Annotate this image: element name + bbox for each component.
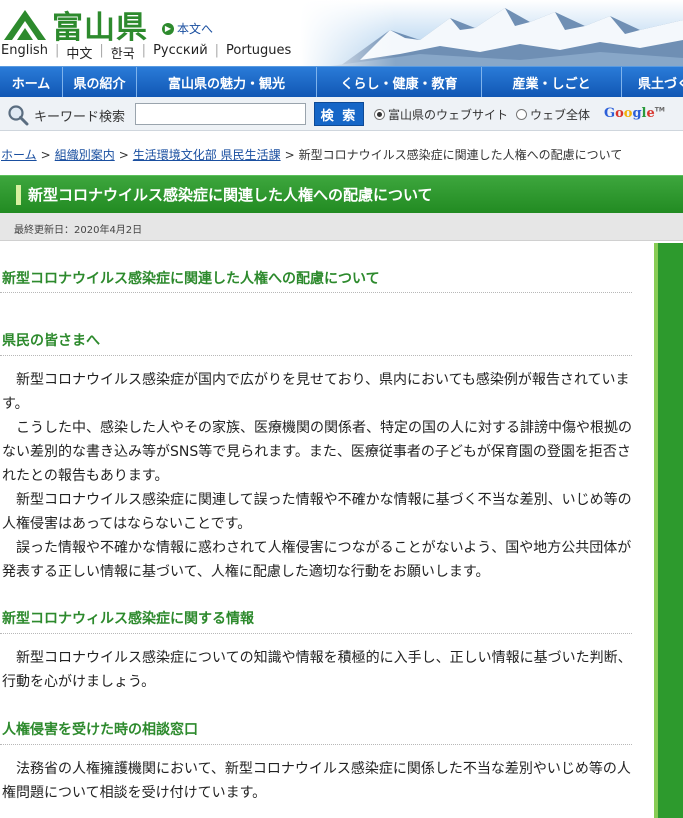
- paragraph: 新型コロナウイルス感染症についての知識や情報を積極的に入手し、正しい情報に基づい…: [2, 650, 632, 690]
- lang-korean[interactable]: 한국: [111, 43, 135, 62]
- breadcrumb-home[interactable]: ホーム: [1, 148, 37, 162]
- language-links: English | 中文 | 한국 | Русский | Portugues: [1, 43, 292, 62]
- breadcrumb-current: 新型コロナウイルス感染症に関連した人権への配慮について: [298, 148, 623, 162]
- page-title: 新型コロナウイルス感染症に関連した人権への配慮について: [28, 186, 433, 204]
- lang-russian[interactable]: Русский: [153, 43, 208, 62]
- radio-site-label[interactable]: 富山県のウェブサイト: [388, 106, 508, 123]
- nav-industry[interactable]: 産業・しごと: [482, 67, 622, 97]
- breadcrumb-dept[interactable]: 生活環境文化部 県民生活課: [133, 148, 281, 162]
- site-header: 富山県 ▶ 本文へ English | 中文 | 한국 | Русский | …: [0, 0, 683, 66]
- last-updated: 最終更新日：2020年4月2日: [14, 225, 143, 236]
- search-icon: [8, 105, 29, 126]
- skip-to-content-label: 本文へ: [177, 22, 214, 36]
- section-heading-citizens: 県民の皆さまへ: [2, 333, 100, 349]
- nav-home[interactable]: ホーム: [0, 67, 63, 97]
- search-input[interactable]: [135, 103, 306, 125]
- logo-text: 富山県: [52, 10, 148, 46]
- nav-about[interactable]: 県の紹介: [63, 67, 137, 97]
- paragraph: 新型コロナウイルス感染症が国内で広がりを見せており、県内においても感染例が報告さ…: [2, 372, 630, 412]
- paragraph: 新型コロナウイルス感染症に関連して誤った情報や不確かな情報に基づく不当な差別、い…: [2, 492, 632, 532]
- site-logo[interactable]: 富山県: [2, 2, 148, 47]
- lang-english[interactable]: English: [1, 43, 48, 62]
- google-logo: GoogleTM: [604, 106, 665, 121]
- section-heading-consult: 人権侵害を受けた時の相談窓口: [2, 722, 198, 738]
- nav-tourism[interactable]: 富山県の魅力・観光: [137, 67, 317, 97]
- last-updated-band: 最終更新日：2020年4月2日: [0, 213, 683, 241]
- radio-web-label[interactable]: ウェブ全体: [530, 106, 590, 123]
- lang-portuguese[interactable]: Portugues: [226, 43, 291, 62]
- search-scope: 富山県のウェブサイト ウェブ全体: [374, 106, 598, 123]
- section-heading-info: 新型コロナウィルス感染症に関する情報: [2, 611, 254, 627]
- arrow-right-icon: ▶: [162, 22, 174, 35]
- skip-to-content-link[interactable]: ▶ 本文へ: [162, 20, 213, 37]
- search-label: キーワード検索: [34, 110, 126, 125]
- search-button[interactable]: 検 索: [314, 102, 364, 126]
- paragraph: 法務省の人権擁護機関において、新型コロナウイルス感染症に関係した不当な差別やいじ…: [2, 761, 631, 801]
- lang-chinese[interactable]: 中文: [66, 43, 92, 62]
- nav-living[interactable]: くらし・健康・教育: [317, 67, 482, 97]
- breadcrumb-org[interactable]: 組織別案内: [55, 148, 115, 162]
- nav-land[interactable]: 県土づく: [622, 67, 683, 97]
- paragraph: 誤った情報や不確かな情報に惑わされて人権侵害につながることがないよう、国や地方公…: [2, 540, 632, 580]
- breadcrumb: ホーム > 組織別案内 > 生活環境文化部 県民生活課 > 新型コロナウイルス感染症に関連し…: [1, 148, 623, 162]
- paragraph: こうした中、感染した人やその家族、医療機関の関係者、特定の国の人に対する誹謗中傷…: [2, 420, 632, 484]
- right-column-strip: [654, 243, 683, 818]
- mountain-banner-image: [300, 0, 683, 66]
- radio-web[interactable]: [516, 109, 528, 120]
- page-title-band: 新型コロナウイルス感染症に関連した人権への配慮について: [0, 175, 683, 213]
- radio-site[interactable]: [374, 109, 385, 120]
- global-nav: ホーム 県の紹介 富山県の魅力・観光 くらし・健康・教育 産業・しごと 県土づく: [0, 66, 683, 97]
- search-bar: キーワード検索 検 索 富山県のウェブサイト ウェブ全体 GoogleTM: [0, 97, 683, 131]
- title-marker: [16, 185, 21, 205]
- logo-mountain-icon: [4, 9, 46, 40]
- section-heading-main: 新型コロナウイルス感染症に関連した人権への配慮について: [2, 271, 380, 287]
